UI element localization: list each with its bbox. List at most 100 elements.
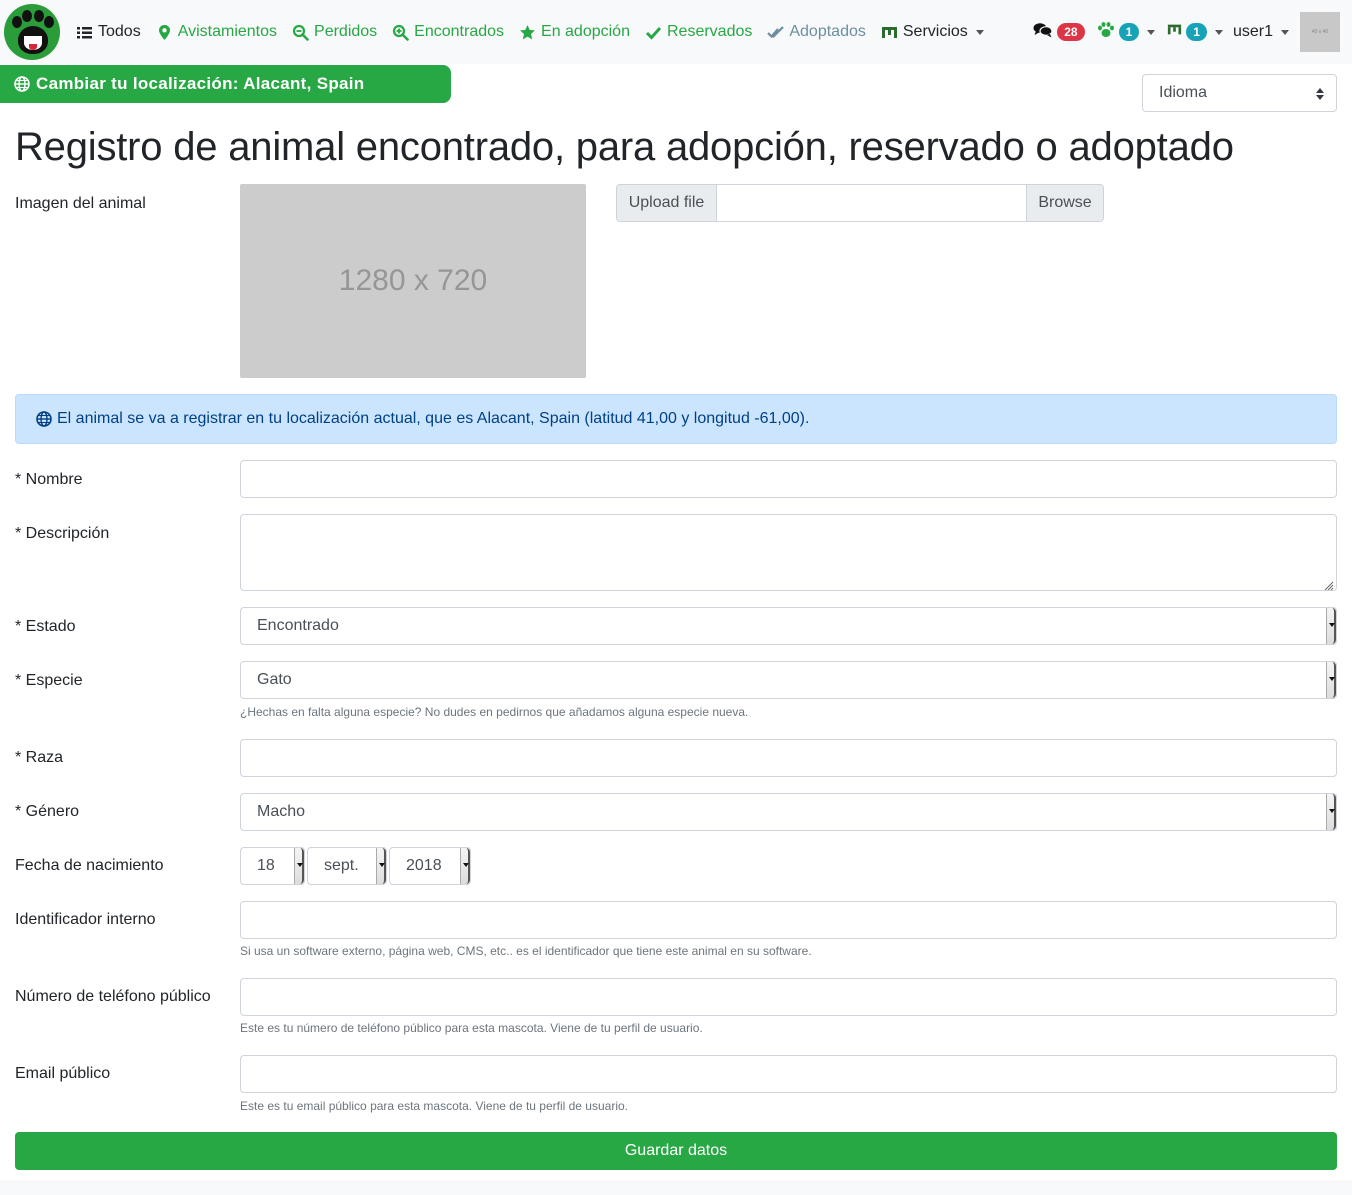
birth-day-value: 18 [257, 857, 275, 874]
avatar-placeholder-text: 40 x 40 [1311, 29, 1329, 35]
nav-label: Avistamientos [177, 23, 278, 40]
page-title: Registro de animal encontrado, para adop… [15, 125, 1234, 169]
gender-value: Macho [257, 803, 306, 820]
birth-year-value: 2018 [406, 857, 442, 874]
location-alert-text: El animal se va a registrar en tu locali… [57, 410, 810, 427]
shop-icon [1167, 22, 1182, 42]
nav-item-en-adopcion[interactable]: En adopción [511, 0, 637, 64]
select-arrow-icon [1326, 608, 1336, 644]
chevron-down-icon [975, 29, 984, 35]
change-location-button[interactable]: Cambiar tu localización: Alacant, Spain [0, 65, 451, 103]
language-select-label: Idioma [1159, 84, 1208, 101]
phone-label: Número de teléfono público [15, 988, 211, 1005]
select-arrows-icon [1316, 88, 1324, 100]
status-label: * Estado [15, 618, 76, 635]
services-badge: 1 [1186, 23, 1207, 41]
nav-item-adoptados[interactable]: Adoptados [759, 0, 873, 64]
gender-label: * Género [15, 803, 80, 820]
species-select[interactable]: Gato [240, 661, 1337, 699]
top-navbar: Todos Avistamientos Perdidos Encontrados… [0, 0, 1352, 64]
nav-label: Adoptados [789, 23, 866, 40]
email-input[interactable] [240, 1055, 1337, 1093]
phone-input[interactable] [240, 978, 1337, 1016]
status-select[interactable]: Encontrado [240, 607, 1337, 645]
nav-label: Servicios [902, 23, 968, 40]
file-input[interactable] [717, 185, 1026, 221]
chevron-down-icon [1281, 29, 1289, 35]
footer [0, 1180, 1352, 1195]
animal-image-placeholder: 1280 x 720 [240, 184, 586, 378]
species-value: Gato [257, 671, 292, 688]
messages-badge: 28 [1057, 23, 1085, 41]
species-label: * Especie [15, 672, 83, 689]
image-placeholder-text: 1280 x 720 [338, 264, 488, 297]
nav-label: Reservados [666, 23, 753, 40]
chevron-down-icon [1214, 29, 1223, 35]
status-value: Encontrado [257, 617, 339, 634]
phone-help-text: Este es tu número de teléfono público pa… [240, 1021, 703, 1035]
user-name: user1 [1232, 23, 1273, 40]
internal-id-help-text: Si usa un software externo, página web, … [240, 944, 812, 958]
search-plus-icon [392, 24, 409, 41]
user-menu[interactable]: user1 [1233, 23, 1289, 41]
paw-icon [1097, 21, 1115, 43]
description-textarea[interactable] [240, 514, 1337, 591]
messages-link[interactable]: 28 [1033, 22, 1085, 43]
nav-label: Perdidos [314, 23, 378, 40]
language-select[interactable]: Idioma [1142, 74, 1337, 112]
nav-item-encontrados[interactable]: Encontrados [384, 0, 511, 64]
internal-id-label: Identificador interno [15, 911, 156, 928]
email-label: Email público [15, 1065, 111, 1082]
save-button[interactable]: Guardar datos [15, 1132, 1337, 1170]
birth-month-select[interactable]: sept. [307, 847, 387, 885]
star-icon [519, 24, 536, 41]
location-info-alert: El animal se va a registrar en tu locali… [15, 394, 1337, 444]
file-upload[interactable]: Upload file Browse [616, 184, 1104, 222]
nav-item-perdidos[interactable]: Perdidos [284, 0, 384, 64]
internal-id-input[interactable] [240, 901, 1337, 939]
upload-file-label: Upload file [617, 185, 717, 221]
shop-icon [881, 24, 898, 41]
animals-dropdown[interactable]: 1 [1097, 21, 1156, 43]
gender-select[interactable]: Macho [240, 793, 1337, 831]
browse-button[interactable]: Browse [1026, 185, 1103, 221]
birthdate-label: Fecha de nacimiento [15, 857, 164, 874]
map-marker-icon [156, 24, 173, 41]
nav-label: Encontrados [414, 23, 505, 40]
nav-item-avistamientos[interactable]: Avistamientos [148, 0, 284, 64]
resize-grip-icon[interactable] [1324, 578, 1334, 591]
list-icon [76, 24, 93, 41]
select-arrow-icon [460, 848, 470, 884]
select-arrow-icon [376, 848, 386, 884]
select-arrow-icon [1326, 662, 1336, 698]
nav-label: En adopción [541, 23, 630, 40]
avatar[interactable]: 40 x 40 [1300, 12, 1340, 52]
birth-day-select[interactable]: 18 [240, 847, 305, 885]
breed-label: * Raza [15, 749, 64, 766]
check-icon [645, 24, 662, 41]
services-dropdown[interactable]: 1 [1167, 22, 1223, 42]
name-input[interactable] [240, 460, 1337, 498]
site-logo[interactable] [4, 4, 60, 60]
image-label: Imagen del animal [15, 195, 146, 212]
species-help-text: ¿Hechas en falta alguna especie? No dude… [240, 705, 749, 719]
chat-icon [1033, 22, 1053, 43]
select-arrow-icon [294, 848, 304, 884]
search-minus-icon [292, 24, 309, 41]
change-location-label: Cambiar tu localización: Alacant, Spain [36, 74, 365, 93]
globe-icon [14, 76, 30, 92]
nav-item-servicios[interactable]: Servicios [873, 0, 991, 64]
globe-icon [36, 411, 52, 427]
chevron-down-icon [1147, 29, 1156, 35]
double-check-icon [767, 24, 785, 41]
name-label: * Nombre [15, 471, 83, 488]
description-label: * Descripción [15, 525, 110, 542]
nav-item-todos[interactable]: Todos [76, 0, 148, 64]
birth-year-select[interactable]: 2018 [389, 847, 471, 885]
birth-month-value: sept. [324, 857, 359, 874]
animals-badge: 1 [1118, 23, 1140, 41]
email-help-text: Este es tu email público para esta masco… [240, 1099, 629, 1113]
breed-input[interactable] [240, 739, 1337, 777]
nav-item-reservados[interactable]: Reservados [637, 0, 759, 64]
nav-label: Todos [98, 23, 141, 40]
